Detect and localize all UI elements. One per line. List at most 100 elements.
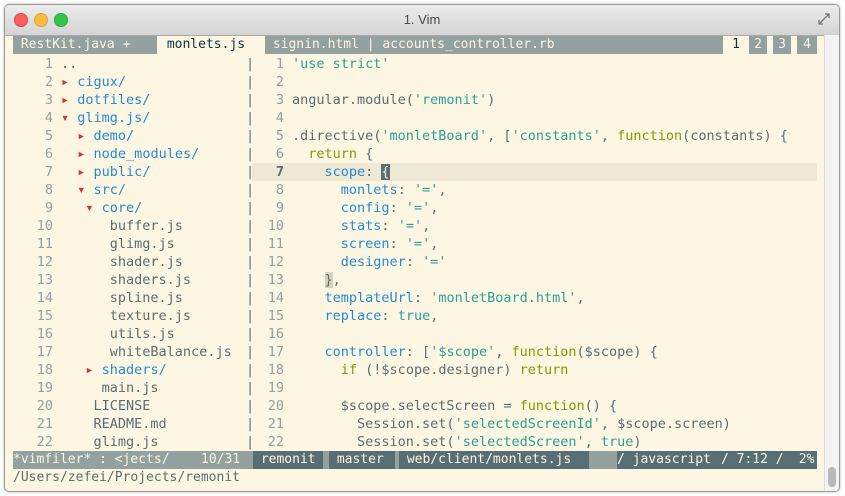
line-number: 6 — [44, 146, 53, 162]
filer-row[interactable]: 12 shader.js — [13, 253, 246, 271]
file-name[interactable]: spline.js — [110, 290, 183, 306]
code-line[interactable]: 20 $scope.selectScreen = function() { — [254, 397, 817, 415]
directory-name[interactable]: demo/ — [94, 128, 135, 144]
code-line[interactable]: 3 angular.module('remonit') — [254, 91, 817, 109]
code-line[interactable]: 6 return { — [254, 145, 817, 163]
code-editor-pane[interactable]: 1 'use strict' 2 3 angular.module('remonit')… — [254, 55, 817, 451]
code-line[interactable]: 21 Session.set('selectedScreenId', $scop… — [254, 415, 817, 433]
file-name[interactable]: LICENSE — [94, 398, 151, 414]
code-token: monlets — [340, 182, 398, 198]
filer-row[interactable]: 10 buffer.js — [13, 217, 246, 235]
code-line[interactable]: 18 if (!$scope.designer) return — [254, 361, 817, 379]
filer-row[interactable]: 22 glimg.js — [13, 433, 246, 451]
code-line[interactable]: 4 — [254, 109, 817, 127]
tab-number-2[interactable]: 2 — [749, 36, 767, 54]
code-line[interactable]: 17 controller: ['$scope', function($scop… — [254, 343, 817, 361]
command-line[interactable]: /Users/zefei/Projects/remonit — [13, 469, 817, 487]
code-line[interactable]: 10 stats: '=', — [254, 217, 817, 235]
filer-row[interactable]: 3 ▸ dotfiles/ — [13, 91, 246, 109]
directory-name[interactable]: core/ — [102, 200, 143, 216]
code-line[interactable]: 19 — [254, 379, 817, 397]
directory-name[interactable]: shaders/ — [102, 362, 167, 378]
directory-name[interactable]: glimg.js/ — [77, 110, 150, 126]
tab-restkit[interactable]: RestKit.java + — [13, 36, 157, 54]
filer-row[interactable]: 5 ▸ demo/ — [13, 127, 246, 145]
file-name[interactable]: buffer.js — [110, 218, 183, 234]
fullscreen-icon[interactable] — [817, 12, 831, 26]
code-line[interactable]: 15 replace: true, — [254, 307, 817, 325]
filer-row[interactable]: 21 README.md — [13, 415, 246, 433]
collapsed-arrow-icon[interactable]: ▸ — [77, 164, 85, 180]
filer-row[interactable]: 4 ▾ glimg.js/ — [13, 109, 246, 127]
tab-number-3[interactable]: 3 — [773, 36, 791, 54]
scrollbar-thumb[interactable] — [828, 467, 836, 487]
filer-row[interactable]: 15 texture.js — [13, 307, 246, 325]
filer-row[interactable]: 1.. — [13, 55, 246, 73]
file-name[interactable]: .. — [61, 56, 77, 72]
file-name[interactable]: glimg.js — [110, 236, 175, 252]
collapsed-arrow-icon[interactable]: ▸ — [77, 146, 85, 162]
code-line[interactable]: 1 'use strict' — [254, 55, 817, 73]
code-line[interactable]: 14 templateUrl: 'monletBoard.html', — [254, 289, 817, 307]
vimfiler-pane[interactable]: 1.. 2 ▸ cigux/3 ▸ dotfiles/4 ▾ glimg.js/5 ▸ … — [13, 55, 246, 451]
file-name[interactable]: glimg.js — [94, 434, 159, 450]
directory-name[interactable]: src/ — [94, 182, 127, 198]
collapsed-arrow-icon[interactable]: ▸ — [77, 128, 85, 144]
collapsed-arrow-icon[interactable]: ▸ — [85, 362, 93, 378]
code-line[interactable]: 8 monlets: '=', — [254, 181, 817, 199]
tab-number-4[interactable]: 4 — [797, 36, 817, 54]
filer-row[interactable]: 6 ▸ node_modules/ — [13, 145, 246, 163]
file-name[interactable]: texture.js — [110, 308, 191, 324]
filer-row[interactable]: 19 main.js — [13, 379, 246, 397]
file-name[interactable]: main.js — [102, 380, 159, 396]
line-number: 21 — [36, 416, 53, 432]
code-line[interactable]: 16 — [254, 325, 817, 343]
file-name[interactable]: shader.js — [110, 254, 183, 270]
code-line[interactable]: 12 designer: '=' — [254, 253, 817, 271]
filer-row[interactable]: 17 whiteBalance.js — [13, 343, 246, 361]
scrollbar[interactable] — [824, 35, 839, 491]
code-line[interactable]: 5 .directive('monletBoard', ['constants',… — [254, 127, 817, 145]
expanded-arrow-icon[interactable]: ▾ — [61, 110, 69, 126]
collapsed-arrow-icon[interactable]: ▸ — [61, 92, 69, 108]
filer-row[interactable]: 8 ▾ src/ — [13, 181, 246, 199]
line-number: 5 — [275, 128, 284, 144]
code-line[interactable]: 11 screen: '=', — [254, 235, 817, 253]
file-name[interactable]: README.md — [94, 416, 167, 432]
code-line[interactable]: 22 Session.set('selectedScreen', true) — [254, 433, 817, 451]
code-line[interactable]: 2 — [254, 73, 817, 91]
code-line[interactable]: 9 config: '=', — [254, 199, 817, 217]
tab-number-1[interactable]: 1 — [727, 36, 745, 54]
filer-row[interactable]: 7 ▸ public/ — [13, 163, 246, 181]
filer-row[interactable]: 14 spline.js — [13, 289, 246, 307]
directory-name[interactable]: dotfiles/ — [77, 92, 150, 108]
tab-monlets[interactable]: monlets.js — [159, 36, 263, 54]
directory-name[interactable]: node_modules/ — [94, 146, 200, 162]
code-token: Session.set( — [292, 434, 455, 450]
filer-row[interactable]: 20 LICENSE — [13, 397, 246, 415]
separator-char: | — [246, 416, 255, 432]
vertical-split-separator[interactable]: | | | | | | | | | | | | | | | | | | | | | | — [246, 55, 254, 451]
directory-name[interactable]: cigux/ — [77, 74, 126, 90]
filer-row[interactable]: 9 ▾ core/ — [13, 199, 246, 217]
directory-name[interactable]: public/ — [94, 164, 151, 180]
vim-window: 1. Vim RestKit.java + monlets.js signin.… — [4, 4, 840, 492]
filer-row[interactable]: 16 utils.js — [13, 325, 246, 343]
code-line[interactable]: 7 scope: { — [254, 163, 817, 181]
filer-row[interactable]: 11 glimg.js — [13, 235, 246, 253]
separator-char: | — [246, 362, 255, 378]
tab-signin[interactable]: signin.html | accounts_controller.rb — [265, 36, 589, 54]
collapsed-arrow-icon[interactable]: ▸ — [61, 74, 69, 90]
file-name[interactable]: shaders.js — [110, 272, 191, 288]
filer-row[interactable]: 13 shaders.js — [13, 271, 246, 289]
expanded-arrow-icon[interactable]: ▾ — [85, 200, 93, 216]
file-name[interactable]: whiteBalance.js — [110, 344, 232, 360]
file-name[interactable]: utils.js — [110, 326, 175, 342]
filer-row[interactable]: 18 ▸ shaders/ — [13, 361, 246, 379]
expanded-arrow-icon[interactable]: ▾ — [77, 182, 85, 198]
code-line[interactable]: 13 }, — [254, 271, 817, 289]
filer-row[interactable]: 2 ▸ cigux/ — [13, 73, 246, 91]
